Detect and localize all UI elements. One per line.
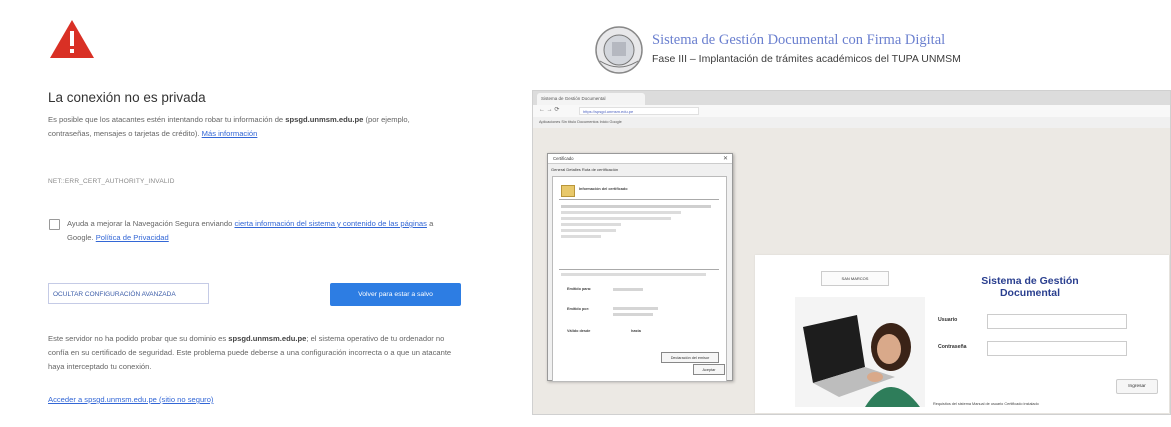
issuer-statement-button[interactable]: Declaración del emisor bbox=[661, 352, 719, 363]
issued-to-label: Emitido para: bbox=[567, 287, 592, 291]
user-input[interactable] bbox=[987, 314, 1127, 329]
browser-window: Sistema de Gestión Documental ← → ⟳ http… bbox=[532, 90, 1171, 415]
text-line bbox=[561, 217, 671, 220]
safe-browsing-checkbox[interactable] bbox=[49, 219, 60, 230]
valid-to-label: hasta bbox=[631, 329, 641, 333]
browser-tab[interactable]: Sistema de Gestión Documental bbox=[537, 93, 645, 105]
safe-browsing-text: Ayuda a mejorar la Navegación Segura env… bbox=[67, 219, 434, 242]
privacy-policy-link[interactable]: Política de Privacidad bbox=[96, 233, 169, 242]
text-line bbox=[561, 211, 681, 214]
password-label: Contraseña bbox=[938, 344, 967, 350]
nav-arrows-icon[interactable]: ← → ⟳ bbox=[539, 106, 559, 113]
proceed-unsafe-link[interactable]: Acceder a spsgd.unmsm.edu.pe (sitio no s… bbox=[48, 393, 213, 407]
divider bbox=[559, 199, 719, 200]
url-input[interactable]: https://spsgd.unmsm.edu.pe bbox=[579, 107, 699, 115]
explanation-text: Este servidor no ha podido probar que su… bbox=[48, 334, 452, 371]
certificate-dialog: Certificado ✕ General Detalles Ruta de c… bbox=[547, 153, 733, 382]
hide-advanced-button[interactable]: OCULTAR CONFIGURACIÓN AVANZADA bbox=[48, 283, 209, 304]
system-info-link[interactable]: cierta información del sistema y conteni… bbox=[234, 219, 426, 228]
tab-bar: Sistema de Gestión Documental bbox=[533, 91, 1170, 105]
login-panel: SAN MARCOS Sistema de Gestión Documental… bbox=[755, 255, 1169, 413]
user-label: Usuario bbox=[938, 317, 958, 323]
page-title: La conexión no es privada bbox=[48, 90, 206, 105]
login-title: Sistema de Gestión Documental bbox=[981, 275, 1079, 299]
bookmarks-bar: Aplicaciones Sin título Documentos Inici… bbox=[533, 117, 1170, 128]
text-line bbox=[561, 273, 706, 276]
certificate-title: Certificado bbox=[548, 154, 732, 164]
password-input[interactable] bbox=[987, 341, 1127, 356]
text-line bbox=[561, 205, 711, 208]
error-description: Es posible que los atacantes estén inten… bbox=[48, 115, 410, 138]
issued-by-value bbox=[613, 307, 658, 310]
student-photo bbox=[795, 297, 925, 407]
back-to-safety-button[interactable]: Volver para estar a salvo bbox=[330, 283, 461, 306]
certificate-tabs[interactable]: General Detalles Ruta de certificación bbox=[551, 167, 618, 172]
university-seal-icon bbox=[595, 26, 643, 74]
warning-icon bbox=[50, 20, 94, 58]
issued-by-value bbox=[613, 313, 653, 316]
text-line bbox=[561, 223, 621, 226]
error-code: NET::ERR_CERT_AUTHORITY_INVALID bbox=[48, 178, 175, 185]
system-subtitle: Fase III – Implantación de trámites acad… bbox=[652, 53, 961, 65]
divider bbox=[559, 269, 719, 270]
address-bar-row: ← → ⟳ https://spsgd.unmsm.edu.pe bbox=[533, 105, 1170, 117]
login-button[interactable]: Ingresar bbox=[1116, 379, 1158, 394]
system-title: Sistema de Gestión Documental con Firma … bbox=[652, 32, 946, 48]
issued-to-value bbox=[613, 288, 643, 291]
text-line bbox=[561, 229, 616, 232]
privacy-error-page: La conexión no es privada Es posible que… bbox=[0, 0, 520, 427]
more-info-link[interactable]: Más información bbox=[202, 129, 258, 138]
close-icon[interactable]: ✕ bbox=[723, 155, 728, 162]
san-marcos-logo: SAN MARCOS bbox=[821, 271, 889, 286]
certificate-panel: Información del certificado Emitido para… bbox=[552, 176, 727, 382]
text-line bbox=[561, 235, 601, 238]
accept-button[interactable]: Aceptar bbox=[693, 364, 725, 375]
footer-links[interactable]: Requisitos del sistema Manual de usuario… bbox=[933, 402, 1039, 406]
issued-by-label: Emitido por: bbox=[567, 307, 590, 311]
certificate-icon bbox=[561, 185, 575, 197]
valid-from-label: Válido desde bbox=[567, 329, 591, 333]
certificate-heading: Información del certificado bbox=[579, 187, 628, 191]
laptop-student-illustration bbox=[795, 297, 925, 407]
